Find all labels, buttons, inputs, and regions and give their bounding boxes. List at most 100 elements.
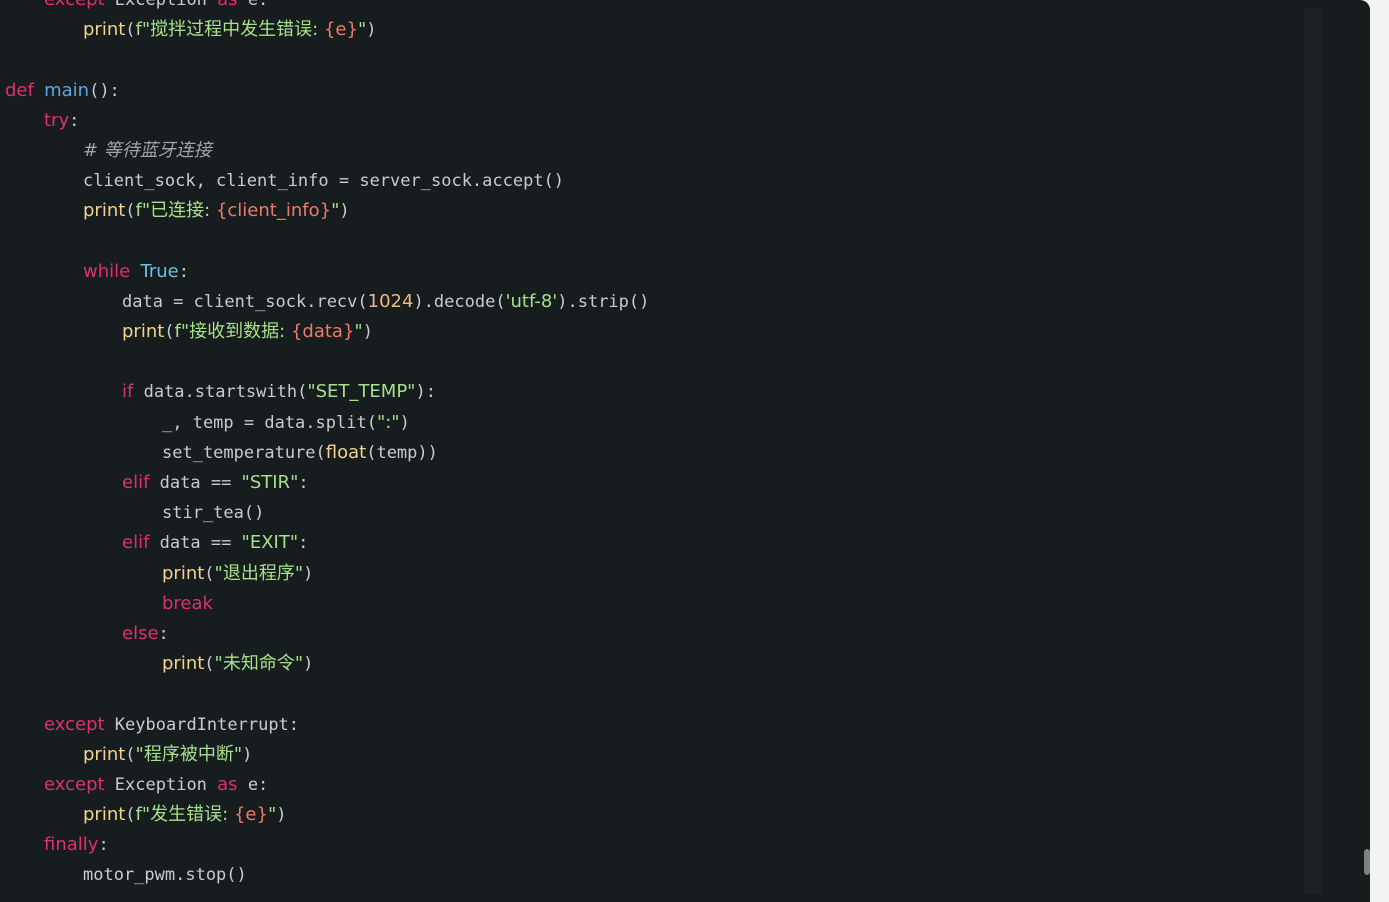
code-line[interactable]: client_sock, client_info = server_sock.a… xyxy=(0,166,1300,196)
code-token: " xyxy=(357,19,367,41)
code-token: float xyxy=(325,441,367,463)
code-line[interactable]: motor_pwm.stop() xyxy=(0,860,1300,890)
code-token: ) xyxy=(339,201,350,222)
code-token: {e} xyxy=(233,804,268,826)
code-token: data.startswith( xyxy=(133,382,308,403)
code-line[interactable]: set_temperature(float(temp)) xyxy=(0,438,1300,468)
code-line[interactable]: print(f"搅拌过程中发生错误: {e}") xyxy=(0,15,1300,45)
code-line[interactable]: finally: xyxy=(0,830,1300,860)
code-token: if xyxy=(122,381,134,403)
vertical-scrollbar[interactable] xyxy=(1355,8,1370,902)
code-line[interactable]: stir_tea() xyxy=(0,498,1300,528)
code-line[interactable]: break xyxy=(0,589,1300,619)
code-token: ) xyxy=(276,805,287,826)
code-line[interactable] xyxy=(0,679,1300,709)
code-token: print xyxy=(122,321,165,343)
code-token: Exception xyxy=(104,774,218,795)
code-line[interactable]: while True: xyxy=(0,257,1300,287)
code-line[interactable]: print("程序被中断") xyxy=(0,740,1300,770)
code-token: "STIR" xyxy=(241,472,299,493)
code-token: Exception xyxy=(104,0,218,10)
code-token: print xyxy=(83,200,126,222)
code-token: elif xyxy=(122,472,150,493)
code-token: ) xyxy=(303,654,314,675)
code-line[interactable]: print("未知命令") xyxy=(0,649,1300,679)
code-line[interactable]: print(f"发生错误: {e}") xyxy=(0,800,1300,830)
code-line[interactable] xyxy=(0,347,1300,377)
code-token: "未知命令" xyxy=(214,653,304,675)
code-token: "EXIT" xyxy=(241,532,299,554)
code-token: else xyxy=(122,622,159,644)
code-line[interactable] xyxy=(0,45,1300,75)
code-token: : xyxy=(298,473,309,493)
code-token: e: xyxy=(237,774,269,795)
code-token: : xyxy=(178,261,189,282)
code-token: as xyxy=(217,0,237,10)
code-line[interactable]: if data.startswith("SET_TEMP"): xyxy=(0,377,1300,407)
code-line[interactable]: elif data == "STIR": xyxy=(0,468,1300,498)
code-line[interactable]: def main(): xyxy=(0,76,1300,106)
code-block: except Exception as e:print(f"搅拌过程中发生错误:… xyxy=(0,0,1300,891)
code-line[interactable]: print("退出程序") xyxy=(0,559,1300,589)
code-token: ( xyxy=(125,20,136,41)
code-token: "SET_TEMP" xyxy=(307,381,416,403)
code-token: while xyxy=(83,260,131,282)
code-line[interactable]: except Exception as e: xyxy=(0,0,1300,15)
code-editor[interactable]: except Exception as e:print(f"搅拌过程中发生错误:… xyxy=(0,0,1370,902)
code-token: elif xyxy=(122,532,150,554)
code-line[interactable]: except KeyboardInterrupt: xyxy=(0,710,1300,740)
code-token: print xyxy=(83,804,126,826)
code-token: except xyxy=(44,0,105,10)
code-token: ).decode( xyxy=(413,291,506,312)
code-token: : xyxy=(298,533,309,554)
code-line[interactable]: print(f"接收到数据: {data}") xyxy=(0,317,1300,347)
code-line[interactable]: print(f"已连接: {client_info}") xyxy=(0,196,1300,226)
code-line[interactable]: except Exception as e: xyxy=(0,770,1300,800)
code-line[interactable]: data = client_sock.recv(1024).decode('ut… xyxy=(0,287,1300,317)
code-token: ): xyxy=(415,382,436,403)
code-line[interactable]: _, temp = data.split(":") xyxy=(0,408,1300,438)
scrollbar-thumb[interactable] xyxy=(1364,849,1370,875)
code-line[interactable]: else: xyxy=(0,619,1300,649)
code-token: # 等待蓝牙连接 xyxy=(83,139,212,161)
code-line[interactable] xyxy=(0,227,1300,257)
code-token: ":" xyxy=(376,411,400,433)
code-token: 1024 xyxy=(367,290,414,312)
code-token: try xyxy=(44,109,70,131)
code-token: data = client_sock.recv( xyxy=(122,291,368,312)
code-token: {client_info} xyxy=(215,200,332,222)
minimap-gutter xyxy=(1304,8,1322,894)
code-token: (temp)) xyxy=(366,442,438,463)
code-token: f"搅拌过程中发生错误: xyxy=(135,19,324,41)
code-token: : xyxy=(69,110,80,131)
code-line[interactable]: # 等待蓝牙连接 xyxy=(0,136,1300,166)
code-token: break xyxy=(162,592,213,614)
code-token: True xyxy=(140,260,179,282)
code-token: ( xyxy=(164,322,175,343)
code-token: ) xyxy=(366,20,377,41)
code-token: def xyxy=(5,79,34,101)
code-token: : xyxy=(98,835,109,856)
code-token: print xyxy=(83,19,126,41)
code-token: data == xyxy=(149,473,242,493)
code-token: ) xyxy=(242,744,253,765)
code-token: main xyxy=(44,79,90,101)
code-line[interactable]: try: xyxy=(0,106,1300,136)
code-token: print xyxy=(162,653,205,675)
code-token: "程序被中断" xyxy=(135,743,243,765)
code-token: data == xyxy=(149,533,242,554)
code-token: {e} xyxy=(323,19,358,41)
code-token: 'utf-8' xyxy=(505,290,558,312)
code-token: {data} xyxy=(290,321,355,343)
code-token: f"发生错误: xyxy=(135,804,234,826)
code-token: ( xyxy=(125,744,136,765)
code-token: client_sock, client_info = server_sock.a… xyxy=(83,171,565,192)
code-token: finally xyxy=(44,834,99,856)
code-line[interactable]: elif data == "EXIT": xyxy=(0,528,1300,558)
code-token: " xyxy=(267,804,277,826)
code-token: print xyxy=(162,562,205,584)
code-token: ( xyxy=(204,654,215,675)
code-token: ) xyxy=(303,563,314,584)
